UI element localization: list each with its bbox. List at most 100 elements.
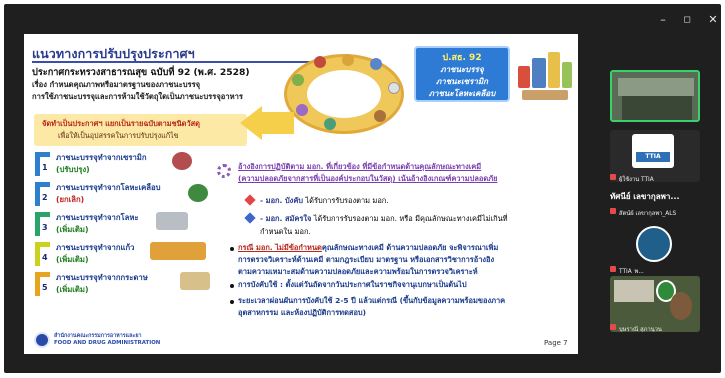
badge-leg [35, 242, 40, 266]
item-name: ภาชนะบรรจุทำจากโลหะเคลือบ [56, 183, 161, 192]
bullet [230, 284, 234, 288]
voluntary-cont: กำหนดใน มอก. [260, 227, 311, 236]
case-line-2: การตรวจวิเคราะห์ด้านเคมี ตามกฎระเบียบ มา… [238, 255, 495, 264]
number-badge: 5 [32, 272, 50, 296]
voluntary-desc: ได้รับการรับรองตาม มอก. หรือ มีคุณลักษณะ… [311, 214, 508, 223]
arrow-body [260, 112, 294, 134]
participant-tile-tisi[interactable]: TTIA_พ... [610, 222, 700, 274]
item-name: ภาชนะบรรจุทำจากแก้ว [56, 243, 135, 252]
mandatory-label: - มอก. บังคับ [260, 196, 304, 205]
paper-box-icon [180, 272, 210, 290]
bullet [230, 247, 234, 251]
package-icon [314, 56, 326, 68]
mandatory-desc: ได้รับการรับรองตาม มอก. [303, 196, 389, 205]
voluntary-label: - มอก. สมัครใจ [260, 214, 312, 223]
participant-display-name: ทัศนีย์ เลขากุลพา... [610, 192, 680, 201]
slide-subtitle-1: ประกาศกระทรวงสาธารณสุข ฉบับที่ 92 (พ.ศ. … [32, 67, 250, 78]
tray-icon [522, 90, 568, 100]
package-icon [292, 74, 304, 86]
enforcement-line: การบังคับใช้ : ตั้งแต่วันถัดจากวันประกาศ… [238, 280, 467, 289]
mandatory-standard-icon [244, 194, 256, 206]
participant-tile-speaker[interactable] [610, 70, 700, 122]
item-status: (เพิ่มเติม) [56, 255, 89, 264]
title-underline [32, 61, 332, 63]
gear-icon [217, 164, 231, 178]
screen: – ◻ ✕ แนวทางการปรับปรุงประกาศฯ ประกาศกระ… [0, 0, 725, 378]
can-icon [532, 58, 546, 88]
badge-leg [35, 272, 40, 296]
badge-number: 2 [42, 193, 48, 202]
participant-name: สัตน์ผ์ เลขากุลพา_ALS [619, 211, 677, 217]
page-number: Page 7 [544, 339, 568, 347]
badge-number: 5 [42, 283, 48, 292]
grace-line-2: อุตสาหกรรม และห้องปฏิบัติการทดสอบ) [238, 308, 367, 317]
fda-name-th: สำนักงานคณะกรรมการอาหารและยา [54, 333, 142, 339]
mic-muted-icon [610, 324, 616, 330]
note-line-1: จัดทำเป็นประกาศฯ แยกเป็นรายฉบับตามชนิดวั… [42, 119, 200, 128]
number-badge: 2 [32, 182, 50, 206]
enamel-pot-icon [188, 184, 208, 202]
case-row: กรณี มอก. ไม่มีข้อกำหนดคุณลักษณะทางเคมี … [238, 243, 498, 252]
list-item-paper: 5 ภาชนะบรรจุทำจากกระดาษ (เพิ่มเติม) [32, 272, 217, 296]
tisi-logo [636, 226, 672, 262]
badge-number: 4 [42, 253, 48, 262]
participant-tile-ttia[interactable]: TTIA ผู้ใช้งาน TTIA [610, 130, 700, 182]
mic-muted-icon [610, 174, 616, 180]
ring-inner [307, 70, 381, 118]
list-item-metal: 3 ภาชนะบรรจุทำจากโลหะ (เพิ่มเติม) [32, 212, 217, 236]
number-badge: 3 [32, 212, 50, 236]
shared-slide: แนวทางการปรับปรุงประกาศฯ ประกาศกระทรวงสา… [24, 34, 578, 354]
mic-muted-icon [610, 266, 616, 272]
ref-line-1: อ้างอิงการปฏิบัติตาม มอก. ที่เกี่ยวข้อง … [238, 162, 482, 171]
box-icon [562, 62, 572, 88]
participant-face [670, 292, 692, 320]
bottle-icon [518, 66, 530, 88]
item-status: (ปรับปรุง) [56, 165, 90, 174]
video-background [614, 280, 654, 302]
voluntary-row: - มอก. สมัครใจ ได้รับการรับรองตาม มอก. ห… [260, 214, 508, 223]
list-item-glass: 4 ภาชนะบรรจุทำจากแก้ว (เพิ่มเติม) [32, 242, 217, 266]
case-line-3: ตามความเหมาะสมด้านความปลอดภัยและความพร้อ… [238, 267, 478, 276]
badge-number: 1 [42, 163, 48, 172]
badge-leg [35, 212, 40, 236]
fda-name-en: FOOD AND DRUG ADMINISTRATION [54, 340, 161, 346]
ceramic-pot-icon [172, 152, 192, 170]
fda-logo [34, 332, 50, 348]
products-illustration [516, 48, 574, 102]
package-icon [342, 54, 354, 66]
participant-tile-video[interactable]: บุษราณี สุภานุวน [610, 276, 700, 332]
case-desc: คุณลักษณะทางเคมี ด้านความปลอดภัย จะพิจาร… [321, 243, 499, 252]
item-name: ภาชนะบรรจุทำจากเซรามิก [56, 153, 147, 162]
item-status: (ยกเลิก) [56, 195, 85, 204]
item-name: ภาชนะบรรจุทำจากโลหะ [56, 213, 139, 222]
package-icon [388, 82, 400, 94]
number-badge: 1 [32, 152, 50, 176]
item-status: (เพิ่มเติม) [56, 225, 89, 234]
number-badge: 4 [32, 242, 50, 266]
participant-name: ผู้ใช้งาน TTIA [619, 177, 654, 182]
package-icon [296, 104, 308, 116]
close-icon[interactable]: ✕ [706, 14, 720, 26]
ref-line-2: (ความปลอดภัยจากสารที่เป็นองค์ประกอบในวัส… [238, 174, 498, 183]
badge-leg [35, 152, 40, 176]
meeting-window: – ◻ ✕ แนวทางการปรับปรุงประกาศฯ ประกาศกระ… [4, 4, 721, 373]
participant-tile-name-only[interactable]: ทัศนีย์ เลขากุลพา... สัตน์ผ์ เลขากุลพา_A… [610, 188, 700, 218]
announcement-title: ป.สธ. 92 [442, 53, 482, 63]
item-status: (เพิ่มเติม) [56, 285, 89, 294]
note-line-2: เพื่อให้เป็นอุปสรรคในการปรับปรุงแก้ไข [58, 131, 179, 140]
package-icon [374, 110, 386, 122]
ttia-logo [632, 134, 674, 168]
minimize-icon[interactable]: – [656, 14, 670, 26]
metal-cans-icon [156, 212, 188, 230]
list-item-enamel: 2 ภาชนะบรรจุทำจากโลหะเคลือบ (ยกเลิก) [32, 182, 217, 206]
maximize-icon[interactable]: ◻ [680, 14, 694, 26]
package-icon [324, 118, 336, 130]
mandatory-row: - มอก. บังคับ ได้รับการรับรองตาม มอก. [260, 196, 389, 205]
item-name: ภาชนะบรรจุทำจากกระดาษ [56, 273, 148, 282]
jar-icon [548, 52, 560, 88]
participant-name: TTIA_พ... [619, 269, 644, 274]
glass-jars-icon [150, 242, 206, 260]
video-people [622, 96, 692, 120]
arrow-left-icon [240, 106, 262, 140]
participant-name: บุษราณี สุภานุวน [619, 327, 662, 332]
